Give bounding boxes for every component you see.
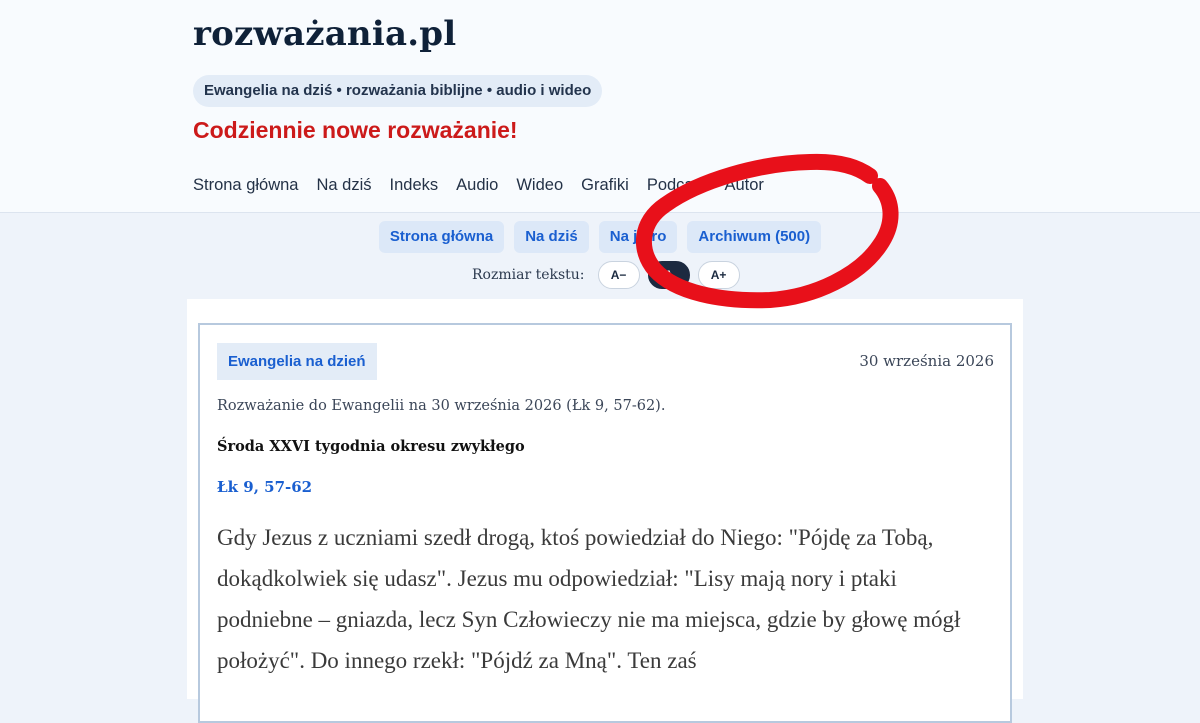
- text-size-default-button[interactable]: A: [647, 261, 690, 289]
- promo-banner: Codziennie nowe rozważanie!: [193, 117, 518, 143]
- subnav-archive-button[interactable]: Archiwum (500): [687, 221, 822, 253]
- nav-video[interactable]: Wideo: [516, 176, 563, 195]
- subnav-tomorrow-button[interactable]: Na jutro: [598, 221, 678, 253]
- site-logo[interactable]: rozważania.pl: [193, 14, 456, 54]
- nav-author[interactable]: Autor: [724, 176, 763, 195]
- text-size-label: Rozmiar tekstu:: [472, 267, 585, 283]
- nav-home[interactable]: Strona główna: [193, 176, 299, 195]
- nav-podcast[interactable]: Podcast: [647, 176, 707, 195]
- text-size-decrease-button[interactable]: A−: [597, 261, 640, 289]
- nav-audio[interactable]: Audio: [456, 176, 498, 195]
- nav-graphics[interactable]: Grafiki: [581, 176, 629, 195]
- liturgical-day: Środa XXVI tygodnia okresu zwykłego: [217, 438, 525, 455]
- main-nav: Strona główna Na dziś Indeks Audio Wideo…: [193, 176, 782, 195]
- secondary-nav: Strona główna Na dziś Na jutro Archiwum …: [0, 221, 1200, 253]
- text-size-controls: Rozmiar tekstu: A− A A+: [472, 261, 740, 289]
- category-tag[interactable]: Ewangelia na dzień: [217, 343, 377, 380]
- site-tagline: Ewangelia na dziś • rozważania biblijne …: [193, 75, 603, 107]
- nav-index[interactable]: Indeks: [390, 176, 439, 195]
- scripture-reference-link[interactable]: Łk 9, 57-62: [217, 478, 312, 496]
- site-header: rozważania.pl Ewangelia na dziś • rozważ…: [0, 0, 1200, 213]
- subnav-today-button[interactable]: Na dziś: [514, 221, 589, 253]
- nav-today[interactable]: Na dziś: [317, 176, 372, 195]
- subnav-home-button[interactable]: Strona główna: [378, 221, 505, 253]
- text-size-increase-button[interactable]: A+: [697, 261, 740, 289]
- gospel-text: Gdy Jezus z uczniami szedł drogą, ktoś p…: [217, 525, 961, 673]
- article-date: 30 września 2026: [859, 352, 994, 370]
- article-intro: Rozważanie do Ewangelii na 30 września 2…: [217, 398, 666, 414]
